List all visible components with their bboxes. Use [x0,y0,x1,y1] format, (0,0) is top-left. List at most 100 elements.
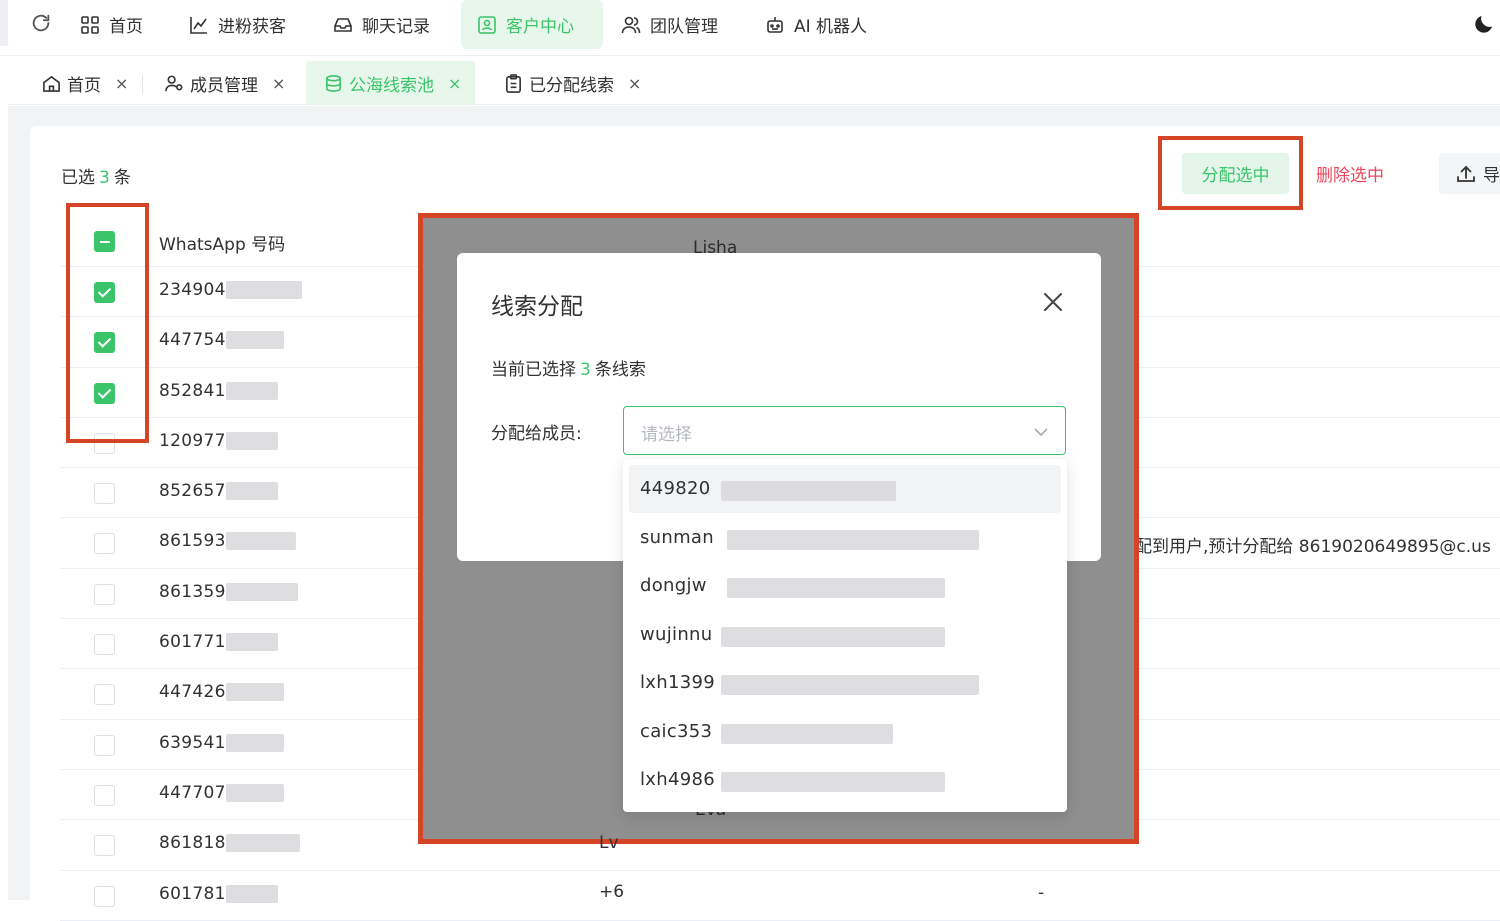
grid-icon [81,15,99,34]
phone-cell: 852841 [159,381,278,401]
row-checkbox[interactable] [94,533,115,555]
top-navbar: 首页 进粉获客 聊天记录 客户中心 团队管理 AI 机器人 [0,0,1500,56]
tab-members[interactable]: 成员管理 × [165,61,285,105]
nav-chat-records[interactable]: 聊天记录 [333,0,430,49]
row-checkbox[interactable] [94,684,115,706]
robot-icon [767,16,783,33]
nav-home-label: 首页 [109,17,143,37]
member-option[interactable]: sunman [629,514,1061,562]
refresh-icon[interactable] [30,12,52,34]
phone-text: 601771 [159,632,226,653]
row-checkbox[interactable] [94,583,115,605]
left-edge [0,0,8,46]
tab-members-close[interactable]: × [272,74,285,93]
table-row[interactable]: 601781 - [60,871,1500,921]
export-label: 导 [1483,166,1500,186]
option-text: caic353 [640,721,713,742]
tab-public-leads[interactable]: 公海线索池 × [306,61,476,105]
phone-cell: 861359 [159,582,298,602]
row-checkbox[interactable] [94,483,115,505]
phone-cell: 234904 [159,280,302,300]
redacted-blur [225,532,296,551]
redacted-blur [225,783,284,802]
phone-cell: 639541 [159,733,284,753]
ghost-plus: +6 [599,882,625,902]
redacted-blur [721,772,945,792]
row-checkbox[interactable] [94,885,115,907]
delete-selected-button[interactable]: 删除选中 [1316,153,1396,194]
nav-team[interactable]: 团队管理 [621,0,718,49]
nav-customer-center[interactable]: 客户中心 [461,0,603,49]
redacted-blur [721,481,896,501]
clipboard-icon [506,73,521,93]
phone-cell: 447707 [159,783,284,803]
option-text: wujinnu [640,624,713,645]
redacted-blur [225,582,298,601]
chevron-down-icon [1034,428,1048,437]
tab-divider [142,75,143,95]
nav-ai-robot-label: AI 机器人 [794,17,868,37]
dialog-title: 线索分配 [491,294,583,320]
redacted-blur [721,724,893,744]
tab-home[interactable]: 首页 × [42,61,128,105]
member-option[interactable]: 449820 [629,465,1061,513]
tab-assigned-leads[interactable]: 已分配线索 × [504,61,641,105]
selected-suffix: 条 [113,168,131,188]
redacted-blur [225,381,278,400]
ghost-lv: Lv [599,833,619,853]
tab-home-close[interactable]: × [115,74,128,93]
row-checkbox[interactable] [94,835,115,857]
tab-home-label: 首页 [67,75,101,96]
phone-text: 861818 [159,833,226,854]
nav-chat-records-label: 聊天记录 [362,17,430,37]
option-text: sunman [640,527,714,548]
nav-customer-center-label: 客户中心 [506,17,574,37]
tab-public-leads-close[interactable]: × [448,74,461,93]
redacted-blur [225,633,278,652]
redacted-blur [721,675,979,695]
member-option[interactable]: lxh1399 [629,659,1061,707]
redacted-blur [727,578,945,598]
dialog-info: 当前已选择 3 条线索 [491,355,646,380]
selected-prefix: 已选 [61,168,95,188]
redacted-blur [721,627,945,647]
select-placeholder: 请选择 [641,425,692,445]
close-icon[interactable] [1042,291,1064,313]
tab-public-leads-label: 公海线索池 [349,75,434,96]
dark-mode-icon[interactable] [1472,12,1496,36]
row-checkbox[interactable] [94,734,115,756]
nav-ai-robot[interactable]: AI 机器人 [765,0,867,49]
member-select[interactable]: 请选择 [623,406,1066,455]
phone-text: 852841 [159,380,226,401]
nav-home[interactable]: 首页 [80,0,143,49]
member-option[interactable]: lxh4986 [629,756,1061,804]
redacted-blur [225,834,300,853]
phone-cell: 447754 [159,330,284,350]
row-checkbox[interactable] [94,784,115,806]
export-button[interactable]: 导 [1439,153,1500,194]
nav-team-label: 团队管理 [650,17,718,37]
tab-assigned-leads-close[interactable]: × [628,74,641,93]
nav-acquire-label: 进粉获客 [218,17,286,37]
phone-text: 601781 [159,883,226,904]
option-text: dongjw [640,575,707,596]
info-suffix: 条线索 [594,360,646,380]
redacted-blur [225,482,278,501]
member-option[interactable]: wujinnu [629,611,1061,659]
phone-text: 447426 [159,682,226,703]
phone-text: 234904 [159,280,226,300]
header-whatsapp: WhatsApp 号码 [159,235,286,255]
member-option[interactable]: dongjw [629,562,1061,610]
phone-text: 861593 [159,531,226,552]
row-checkbox[interactable] [94,634,115,656]
member-dropdown: 449820 sunman dongjw wujinnu lxh1399 cai… [623,459,1067,812]
phone-cell: 852657 [159,481,278,501]
upload-icon [1457,165,1475,182]
nav-acquire[interactable]: 进粉获客 [189,0,286,49]
phone-text: 120977 [159,430,226,451]
redacted-blur [225,733,284,752]
phone-text: 447707 [159,782,226,803]
tab-members-label: 成员管理 [190,75,258,96]
member-option[interactable]: caic353 [629,708,1061,756]
team-icon [621,16,641,33]
